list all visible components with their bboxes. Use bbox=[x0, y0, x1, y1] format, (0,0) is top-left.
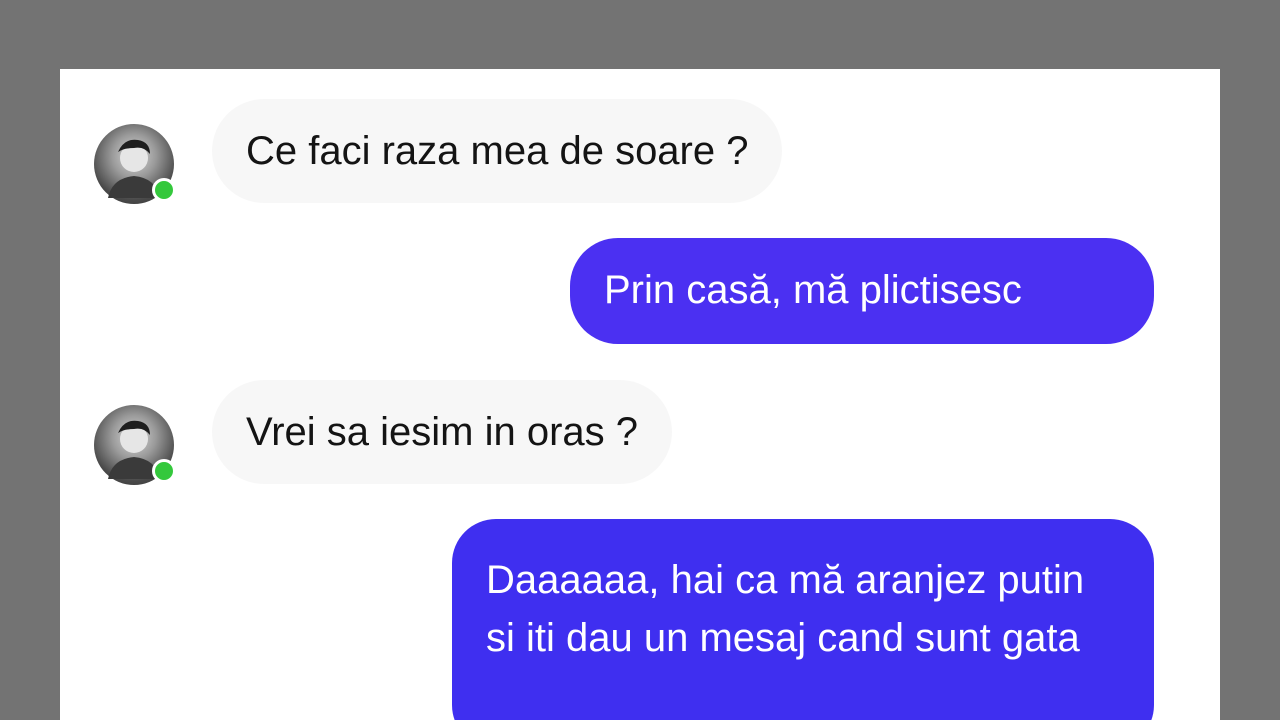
online-status-icon bbox=[152, 178, 176, 202]
contact-avatar[interactable] bbox=[94, 124, 176, 204]
message-bubble-outgoing[interactable]: Prin casă, mă plictisesc bbox=[570, 238, 1154, 344]
message-bubble-incoming[interactable]: Ce faci raza mea de soare ? bbox=[212, 99, 783, 203]
contact-avatar[interactable] bbox=[94, 405, 176, 485]
message-bubble-outgoing[interactable]: Daaaaaa, hai ca mă aranjez putin si iti … bbox=[452, 519, 1154, 720]
message-bubble-incoming[interactable]: Vrei sa iesim in oras ? bbox=[212, 380, 672, 484]
online-status-icon bbox=[152, 459, 176, 483]
screenshot-frame: Ce faci raza mea de soare ? Prin casă, m… bbox=[0, 0, 1280, 720]
chat-conversation: Ce faci raza mea de soare ? Prin casă, m… bbox=[60, 69, 1220, 720]
